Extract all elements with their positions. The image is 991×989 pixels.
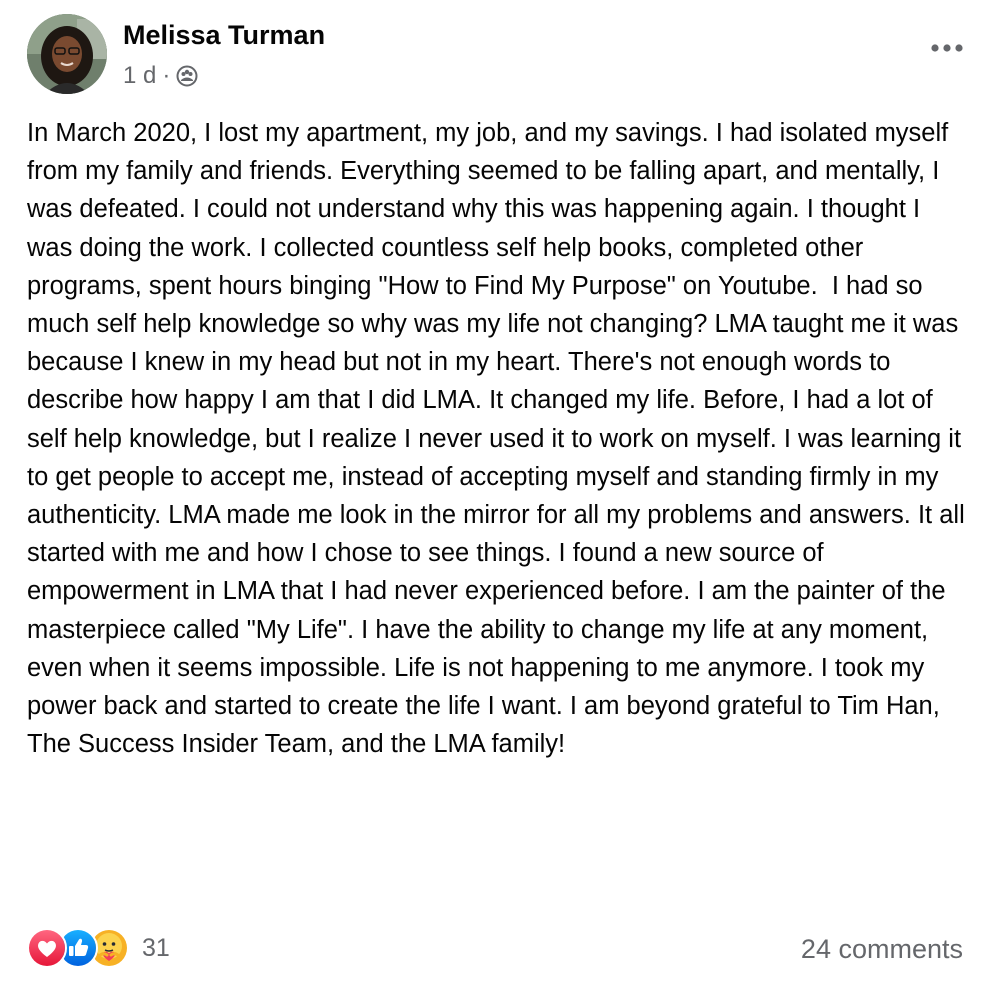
reaction-count: 31 <box>142 933 170 962</box>
comments-count-link[interactable]: 24 comments <box>801 934 963 965</box>
post-body-text: In March 2020, I lost my apartment, my j… <box>27 119 972 759</box>
post-header: Melissa Turman 1 d · <box>27 14 967 98</box>
post-meta: 1 d · <box>123 62 198 90</box>
reactions-summary[interactable]: 31 <box>27 928 170 968</box>
avatar[interactable] <box>27 14 107 94</box>
friends-group-icon <box>176 65 198 87</box>
more-options-button[interactable] <box>927 36 967 60</box>
more-icon <box>931 44 963 52</box>
author-name[interactable]: Melissa Turman <box>123 20 325 51</box>
meta-separator: · <box>162 62 171 89</box>
post-footer: 31 24 comments <box>27 928 963 972</box>
love-reaction-icon <box>27 928 67 968</box>
post-time[interactable]: 1 d <box>123 62 156 90</box>
post-card: Melissa Turman 1 d · In March 2020, I lo… <box>0 0 991 989</box>
avatar-image <box>27 14 107 94</box>
